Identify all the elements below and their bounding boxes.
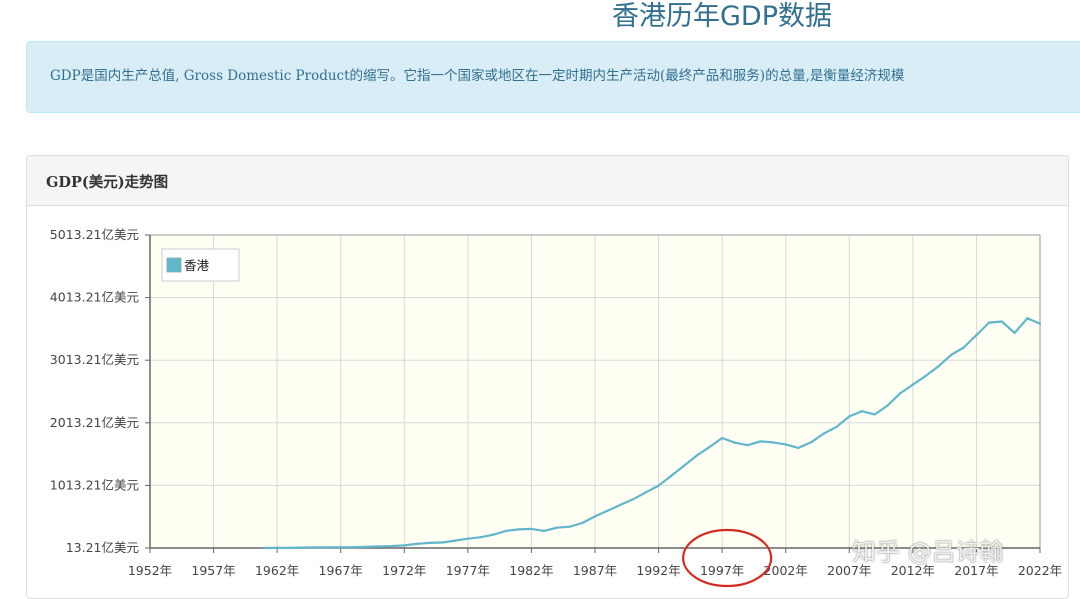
data-point xyxy=(1013,331,1016,335)
data-point xyxy=(1000,320,1004,323)
data-point xyxy=(1038,322,1042,325)
watermark: 知乎 @吕诗翰 xyxy=(852,538,1004,566)
y-tick-label: 2013.21亿美元 xyxy=(50,415,139,430)
data-point xyxy=(263,546,266,550)
data-point xyxy=(1026,317,1029,320)
data-point xyxy=(403,544,406,547)
data-point xyxy=(695,454,698,457)
x-tick-label: 1957年 xyxy=(191,563,235,578)
x-tick-label: 1987年 xyxy=(573,563,617,578)
data-point xyxy=(720,436,724,440)
x-tick-label: 1997年 xyxy=(700,563,744,578)
data-point xyxy=(746,443,749,447)
x-tick-label: 1982年 xyxy=(509,563,553,578)
x-tick-label: 1952年 xyxy=(128,563,172,578)
data-point xyxy=(275,546,279,550)
data-point xyxy=(339,546,342,549)
data-point xyxy=(937,365,940,368)
legend: 香港 xyxy=(161,248,240,282)
data-point xyxy=(987,321,991,324)
data-point xyxy=(390,544,393,548)
data-point xyxy=(466,537,470,540)
data-point xyxy=(733,441,737,444)
data-point xyxy=(860,410,864,413)
y-tick-label: 4013.21亿美元 xyxy=(50,290,139,305)
data-point xyxy=(606,509,609,512)
data-point xyxy=(504,529,508,533)
data-point xyxy=(530,527,533,531)
data-point xyxy=(568,525,571,528)
x-tick-label: 2022年 xyxy=(1018,563,1062,578)
data-point xyxy=(873,413,876,416)
data-point xyxy=(326,546,330,549)
data-point xyxy=(670,474,673,478)
x-tick-label: 1977年 xyxy=(446,563,490,578)
data-point xyxy=(911,383,915,386)
legend-swatch xyxy=(166,257,182,273)
data-point xyxy=(822,432,826,435)
data-point xyxy=(377,545,381,548)
x-tick-label: 1962年 xyxy=(255,563,299,578)
y-tick-label: 13.21亿美元 xyxy=(66,540,139,555)
data-point xyxy=(631,498,635,501)
data-point xyxy=(364,545,368,549)
data-point xyxy=(555,526,559,529)
data-point xyxy=(924,374,927,378)
data-point xyxy=(453,539,457,542)
data-point xyxy=(644,491,648,494)
data-point xyxy=(797,446,800,450)
data-point xyxy=(809,441,813,444)
gdp-line-chart: 13.21亿美元 1013.21亿美元 2013.21亿美元 3013.21亿美元 40… xyxy=(50,227,1062,588)
data-point xyxy=(517,528,520,531)
data-point xyxy=(784,443,787,446)
data-point xyxy=(428,541,431,545)
data-point xyxy=(771,441,775,444)
data-point xyxy=(415,542,419,546)
x-tick-label: 1967年 xyxy=(319,563,363,578)
data-point xyxy=(657,484,660,487)
data-point xyxy=(301,546,304,549)
data-point xyxy=(708,445,711,449)
data-point xyxy=(848,415,851,418)
y-tick-label: 5013.21亿美元 xyxy=(50,227,139,242)
data-point xyxy=(962,346,965,349)
y-tick-label: 1013.21亿美元 xyxy=(50,477,139,492)
data-point xyxy=(581,521,584,525)
data-point xyxy=(441,541,444,544)
data-point xyxy=(886,404,889,407)
data-point xyxy=(542,529,546,533)
data-point xyxy=(479,536,482,539)
data-point xyxy=(759,440,762,443)
data-point xyxy=(492,533,495,536)
y-tick-label: 3013.21亿美元 xyxy=(50,352,139,367)
data-point xyxy=(288,546,292,549)
legend-label: 香港 xyxy=(184,258,210,273)
x-tick-label: 1972年 xyxy=(382,563,426,578)
data-point xyxy=(619,503,622,507)
data-point xyxy=(352,545,355,549)
data-point xyxy=(682,464,686,468)
data-point xyxy=(314,546,317,549)
data-point xyxy=(593,515,597,518)
data-point xyxy=(975,333,978,337)
data-point xyxy=(835,425,838,429)
x-tick-label: 1992年 xyxy=(636,563,680,578)
data-point xyxy=(949,353,953,357)
data-point xyxy=(898,392,902,395)
